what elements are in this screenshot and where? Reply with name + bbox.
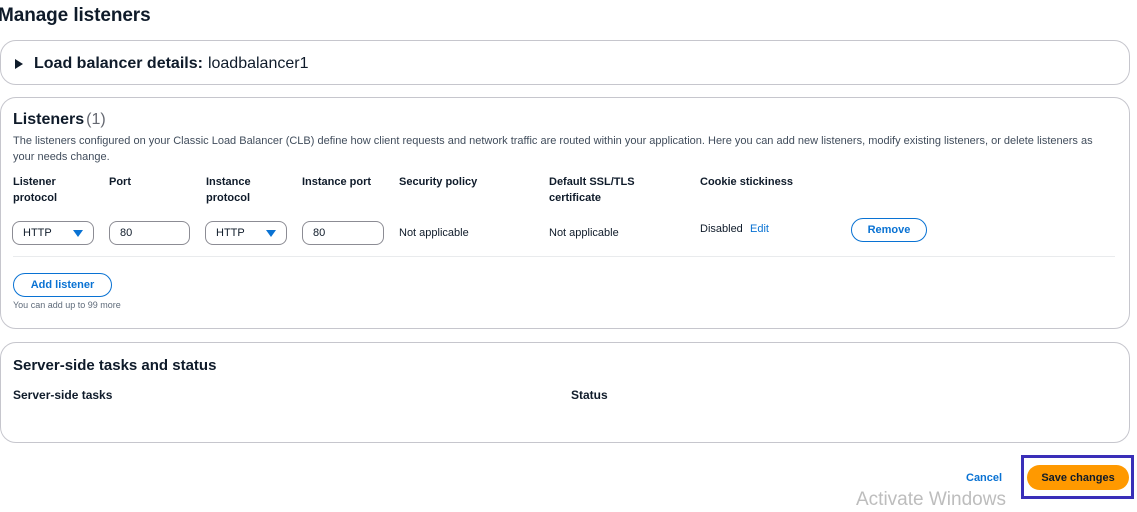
page-title: Manage listeners: [0, 5, 151, 26]
col-header-line: Default SSL/TLS: [549, 176, 635, 188]
port-input[interactable]: 80: [109, 221, 190, 245]
listener-protocol-value: HTTP: [23, 227, 52, 239]
col-header-cookie-stickiness: Cookie stickiness: [700, 176, 793, 188]
listeners-title: Listeners (1): [13, 111, 106, 129]
col-header-server-tasks: Server-side tasks: [13, 388, 113, 402]
server-tasks-panel: Server-side tasks and status Server-side…: [0, 342, 1130, 443]
col-header-instance-port: Instance port: [302, 176, 372, 188]
listeners-title-text: Listeners: [13, 111, 85, 128]
cancel-button[interactable]: Cancel: [966, 472, 1002, 484]
caret-down-icon: [266, 230, 276, 237]
listeners-count: (1): [86, 111, 106, 128]
col-header-listener-protocol: Listener protocol: [13, 174, 57, 206]
instance-protocol-value: HTTP: [216, 227, 245, 239]
col-header-line: protocol: [13, 192, 57, 204]
server-tasks-title: Server-side tasks and status: [13, 357, 217, 374]
listeners-description: The listeners configured on your Classic…: [13, 135, 1093, 163]
add-listener-button[interactable]: Add listener: [13, 273, 112, 297]
listeners-panel: Listeners (1) The listeners configured on…: [0, 97, 1130, 329]
col-header-instance-protocol: Instance protocol: [206, 174, 251, 206]
col-header-line: certificate: [549, 192, 601, 204]
details-expand-toggle[interactable]: Load balancer details: loadbalancer1: [15, 55, 308, 73]
caret-down-icon: [73, 230, 83, 237]
col-header-line: protocol: [206, 192, 250, 204]
default-ssl-value: Not applicable: [549, 227, 619, 239]
security-policy-value: Not applicable: [399, 227, 469, 239]
col-header-port: Port: [109, 176, 131, 188]
add-listener-hint: You can add up to 99 more: [13, 300, 121, 310]
details-value: loadbalancer1: [207, 55, 309, 72]
instance-port-input[interactable]: 80: [302, 221, 384, 245]
activate-windows-watermark: Activate Windows: [856, 489, 1006, 510]
details-panel: Load balancer details: loadbalancer1: [0, 40, 1130, 85]
col-header-default-ssl: Default SSL/TLS certificate: [549, 174, 635, 206]
col-header-security-policy: Security policy: [399, 176, 478, 188]
instance-protocol-select[interactable]: HTTP: [205, 221, 287, 245]
cookie-stickiness-value: Disabled: [700, 223, 743, 235]
row-divider: [13, 256, 1115, 257]
save-changes-button[interactable]: Save changes: [1027, 465, 1129, 490]
remove-listener-button[interactable]: Remove: [851, 218, 927, 242]
caret-right-icon: [15, 59, 23, 69]
cookie-edit-link[interactable]: Edit: [750, 223, 769, 235]
listener-protocol-select[interactable]: HTTP: [12, 221, 94, 245]
details-label: Load balancer details:: [34, 55, 203, 72]
col-header-line: Listener: [13, 176, 56, 188]
col-header-status: Status: [571, 388, 608, 402]
col-header-line: Instance: [206, 176, 251, 188]
